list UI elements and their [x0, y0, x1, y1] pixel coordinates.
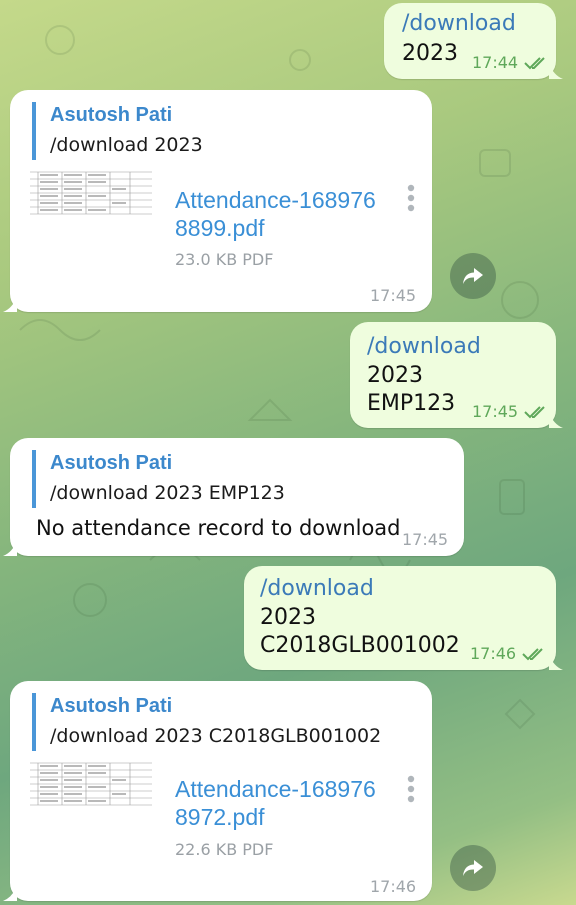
file-name-line-1[interactable]: Attendance-168976 [175, 186, 376, 214]
bubble-tail [549, 63, 563, 79]
command-link[interactable]: /download [260, 576, 374, 601]
reply-author: Asutosh Pati [50, 104, 173, 126]
reply-text: /download 2023 C2018GLB001002 [50, 725, 382, 747]
outgoing-message[interactable]: /download 2023 17:44 [384, 3, 563, 79]
double-check-icon [524, 56, 545, 69]
reply-quote[interactable]: Asutosh Pati /download 2023 EMP123 [32, 450, 285, 508]
command-link[interactable]: /download [367, 334, 481, 359]
reply-text: /download 2023 EMP123 [50, 482, 285, 504]
incoming-file-message[interactable]: Asutosh Pati /download 2023 C2018GLB0010… [3, 681, 432, 901]
vertical-dots-icon[interactable] [405, 774, 417, 804]
file-size: 22.6 KB PDF [175, 840, 274, 859]
file-name-line-2[interactable]: 8972.pdf [175, 803, 265, 831]
pdf-thumbnail[interactable] [30, 170, 152, 218]
bubble-tail [3, 885, 17, 901]
message-text: 2023 C2018GLB001002 [260, 605, 460, 658]
file-name-line-1[interactable]: Attendance-168976 [175, 775, 376, 803]
bubble-tail [3, 296, 17, 312]
message-text: 2023 [402, 41, 458, 66]
incoming-message[interactable]: Asutosh Pati /download 2023 EMP123 No at… [3, 438, 464, 556]
share-arrow-icon [463, 860, 483, 876]
bubble-tail [549, 654, 563, 670]
command-link[interactable]: /download [402, 11, 516, 36]
outgoing-message[interactable]: /download 2023 C2018GLB001002 17:46 [244, 566, 563, 670]
bubble-tail [3, 540, 17, 556]
share-button[interactable] [450, 253, 496, 299]
reply-author: Asutosh Pati [50, 695, 173, 717]
outgoing-message[interactable]: /download 2023 EMP123 17:45 [350, 322, 563, 428]
reply-text: /download 2023 [50, 134, 203, 156]
double-check-icon [524, 405, 545, 418]
message-time: 17:44 [472, 53, 519, 72]
message-meta: 17:45 [472, 402, 548, 421]
double-check-icon [522, 647, 543, 660]
reply-quote[interactable]: Asutosh Pati /download 2023 [32, 102, 203, 160]
message-time: 17:46 [370, 877, 417, 896]
file-size: 23.0 KB PDF [175, 250, 274, 269]
reply-author: Asutosh Pati [50, 452, 173, 474]
message-time: 17:45 [402, 530, 449, 549]
message-meta: 17:44 [472, 53, 548, 72]
incoming-file-message[interactable]: Asutosh Pati /download 2023 Attendance-1… [3, 90, 432, 312]
vertical-dots-icon[interactable] [405, 183, 417, 213]
message-meta: 17:46 [470, 644, 546, 663]
bubble-tail [549, 412, 563, 428]
message-text: 2023 EMP123 [367, 363, 456, 416]
share-button[interactable] [450, 845, 496, 891]
share-arrow-icon [463, 268, 483, 284]
message-time: 17:46 [470, 644, 517, 663]
pdf-thumbnail[interactable] [30, 761, 152, 809]
message-time: 17:45 [370, 286, 417, 305]
message-text: No attendance record to download [36, 516, 401, 540]
reply-quote[interactable]: Asutosh Pati /download 2023 C2018GLB0010… [32, 693, 381, 751]
file-name-line-2[interactable]: 8899.pdf [175, 214, 265, 242]
message-time: 17:45 [472, 402, 519, 421]
